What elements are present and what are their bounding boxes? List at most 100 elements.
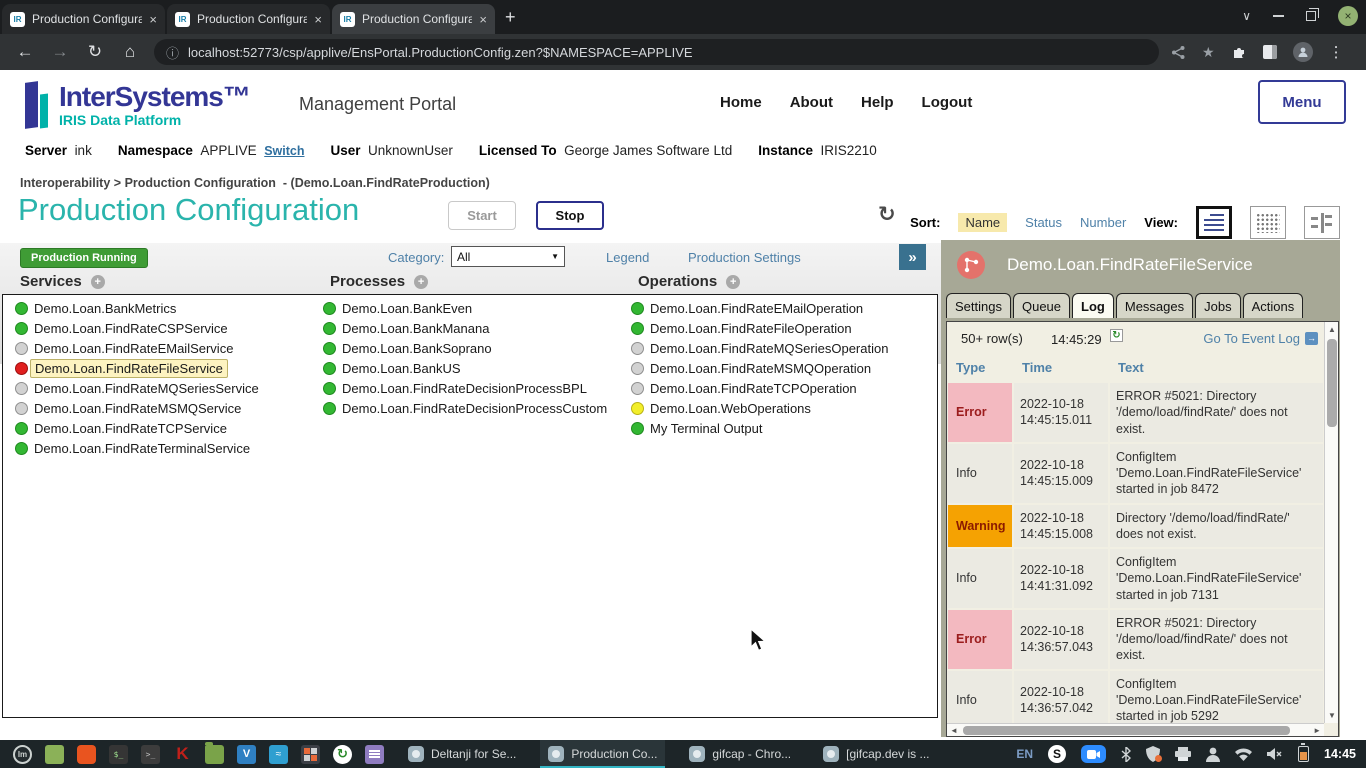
new-tab-button[interactable]: +: [505, 7, 516, 28]
volume-muted-icon[interactable]: [1267, 747, 1283, 761]
service-item[interactable]: Demo.Loan.FindRateMSMQService: [15, 398, 259, 418]
bookmark-star-icon[interactable]: ★: [1202, 44, 1215, 61]
nav-home[interactable]: Home: [720, 94, 762, 111]
scroll-thumb[interactable]: [1327, 339, 1337, 427]
col-text[interactable]: Text: [1110, 356, 1323, 381]
back-icon[interactable]: ←: [15, 42, 35, 62]
nav-help[interactable]: Help: [861, 94, 894, 111]
skype-tray-icon[interactable]: S: [1048, 745, 1066, 763]
tab-log[interactable]: Log: [1072, 293, 1114, 318]
tab-jobs[interactable]: Jobs: [1195, 293, 1240, 318]
tab-queue[interactable]: Queue: [1013, 293, 1070, 318]
nav-logout[interactable]: Logout: [922, 94, 973, 111]
operation-item[interactable]: Demo.Loan.FindRateEMailOperation: [631, 298, 888, 318]
browser-tab-3-active[interactable]: IR Production Configuration ×: [332, 4, 495, 34]
tab-settings[interactable]: Settings: [946, 293, 1011, 318]
view-grid-icon[interactable]: [1250, 206, 1286, 239]
scroll-left-icon[interactable]: ◄: [950, 726, 958, 735]
refresh-spinner-icon[interactable]: ↻: [878, 202, 896, 227]
vertical-scrollbar[interactable]: ▲ ▼: [1324, 322, 1338, 723]
calculator-icon[interactable]: [301, 745, 320, 764]
process-item[interactable]: Demo.Loan.BankManana: [323, 318, 607, 338]
side-panel-icon[interactable]: [1263, 45, 1277, 59]
process-item[interactable]: Demo.Loan.FindRateDecisionProcessBPL: [323, 378, 607, 398]
browser-tab-1[interactable]: IR Production Configuration ×: [2, 4, 165, 34]
scroll-right-icon[interactable]: ►: [1313, 726, 1321, 735]
scroll-down-icon[interactable]: ▼: [1328, 711, 1336, 720]
horizontal-scrollbar[interactable]: ◄ ►: [947, 723, 1324, 736]
process-item[interactable]: Demo.Loan.BankSoprano: [323, 338, 607, 358]
tab-messages[interactable]: Messages: [1116, 293, 1193, 318]
window-close-icon[interactable]: ×: [1338, 6, 1358, 26]
go-to-event-log-link[interactable]: Go To Event Log →: [1203, 331, 1318, 346]
close-tab-icon[interactable]: ×: [479, 12, 487, 27]
switch-link[interactable]: Switch: [264, 144, 304, 158]
process-item[interactable]: Demo.Loan.BankUS: [323, 358, 607, 378]
view-list-icon[interactable]: [1196, 206, 1232, 239]
start-button[interactable]: Start: [448, 201, 516, 230]
add-service-icon[interactable]: +: [91, 275, 105, 289]
battery-icon[interactable]: [1298, 746, 1309, 762]
browser-tab-2[interactable]: IR Production Configuration ×: [167, 4, 330, 34]
taskbar-clock[interactable]: 14:45: [1324, 747, 1356, 761]
site-info-icon[interactable]: ⓘ: [166, 43, 179, 62]
reload-icon[interactable]: ↻: [85, 42, 105, 62]
window-button-gifcap[interactable]: gifcap - Chro...: [681, 740, 799, 768]
sort-by-number[interactable]: Number: [1080, 215, 1126, 230]
stop-button[interactable]: Stop: [536, 201, 604, 230]
category-select[interactable]: All ▼: [451, 246, 565, 267]
terminal2-icon[interactable]: >_: [141, 745, 160, 764]
forward-icon[interactable]: →: [50, 42, 70, 62]
service-item[interactable]: Demo.Loan.FindRateTerminalService: [15, 438, 259, 458]
window-button-deltanji[interactable]: Deltanji for Se...: [400, 740, 524, 768]
tab-actions[interactable]: Actions: [1243, 293, 1304, 318]
address-bar[interactable]: ⓘ localhost:52773/csp/applive/EnsPortal.…: [154, 39, 1159, 65]
process-item[interactable]: Demo.Loan.FindRateDecisionProcessCustom: [323, 398, 607, 418]
production-settings-link[interactable]: Production Settings: [688, 250, 801, 265]
operation-item[interactable]: My Terminal Output: [631, 418, 888, 438]
service-item[interactable]: Demo.Loan.FindRateMQSeriesService: [15, 378, 259, 398]
operation-item[interactable]: Demo.Loan.FindRateMSMQOperation: [631, 358, 888, 378]
keyboard-layout-indicator[interactable]: EN: [1016, 747, 1033, 761]
col-time[interactable]: Time: [1014, 356, 1108, 381]
tab-search-icon[interactable]: ∨: [1242, 9, 1251, 23]
minimize-icon[interactable]: [1273, 15, 1284, 17]
bluetooth-icon[interactable]: [1121, 747, 1131, 762]
folder-icon[interactable]: [205, 745, 224, 764]
mint-menu-icon[interactable]: lm: [13, 745, 32, 764]
red-app-icon[interactable]: K: [173, 745, 192, 764]
extensions-puzzle-icon[interactable]: [1231, 44, 1247, 60]
sort-by-name[interactable]: Name: [958, 213, 1007, 232]
waveform-app-icon[interactable]: ≈: [269, 745, 288, 764]
col-type[interactable]: Type: [948, 356, 1012, 381]
process-item[interactable]: Demo.Loan.BankEven: [323, 298, 607, 318]
shield-tray-icon[interactable]: [1146, 746, 1160, 762]
operation-item[interactable]: Demo.Loan.FindRateMQSeriesOperation: [631, 338, 888, 358]
menu-button[interactable]: Menu: [1258, 80, 1346, 124]
home-icon[interactable]: ⌂: [120, 42, 140, 62]
printer-icon[interactable]: [1175, 747, 1191, 761]
close-tab-icon[interactable]: ×: [149, 12, 157, 27]
sort-by-status[interactable]: Status: [1025, 215, 1062, 230]
operation-item[interactable]: Demo.Loan.FindRateTCPOperation: [631, 378, 888, 398]
add-operation-icon[interactable]: +: [726, 275, 740, 289]
legend-link[interactable]: Legend: [606, 250, 649, 265]
notes-app-icon[interactable]: [365, 745, 384, 764]
profile-avatar[interactable]: [1293, 42, 1313, 62]
restore-icon[interactable]: [1306, 11, 1316, 21]
zoom-tray-icon[interactable]: [1081, 745, 1106, 763]
operation-item[interactable]: Demo.Loan.FindRateFileOperation: [631, 318, 888, 338]
breadcrumb-root[interactable]: Interoperability: [20, 176, 110, 190]
share-icon[interactable]: [1171, 45, 1186, 60]
add-process-icon[interactable]: +: [414, 275, 428, 289]
service-item[interactable]: Demo.Loan.BankMetrics: [15, 298, 259, 318]
service-item[interactable]: Demo.Loan.FindRateCSPService: [15, 318, 259, 338]
vscode-icon[interactable]: V: [237, 745, 256, 764]
user-tray-icon[interactable]: [1206, 747, 1220, 762]
sync-app-icon[interactable]: ↻: [333, 745, 352, 764]
window-button-production-active[interactable]: Production Co...: [540, 740, 665, 768]
expand-panel-button[interactable]: »: [899, 244, 926, 270]
terminal-icon[interactable]: $_: [109, 745, 128, 764]
nav-about[interactable]: About: [790, 94, 833, 111]
service-item[interactable]: Demo.Loan.FindRateEMailService: [15, 338, 259, 358]
